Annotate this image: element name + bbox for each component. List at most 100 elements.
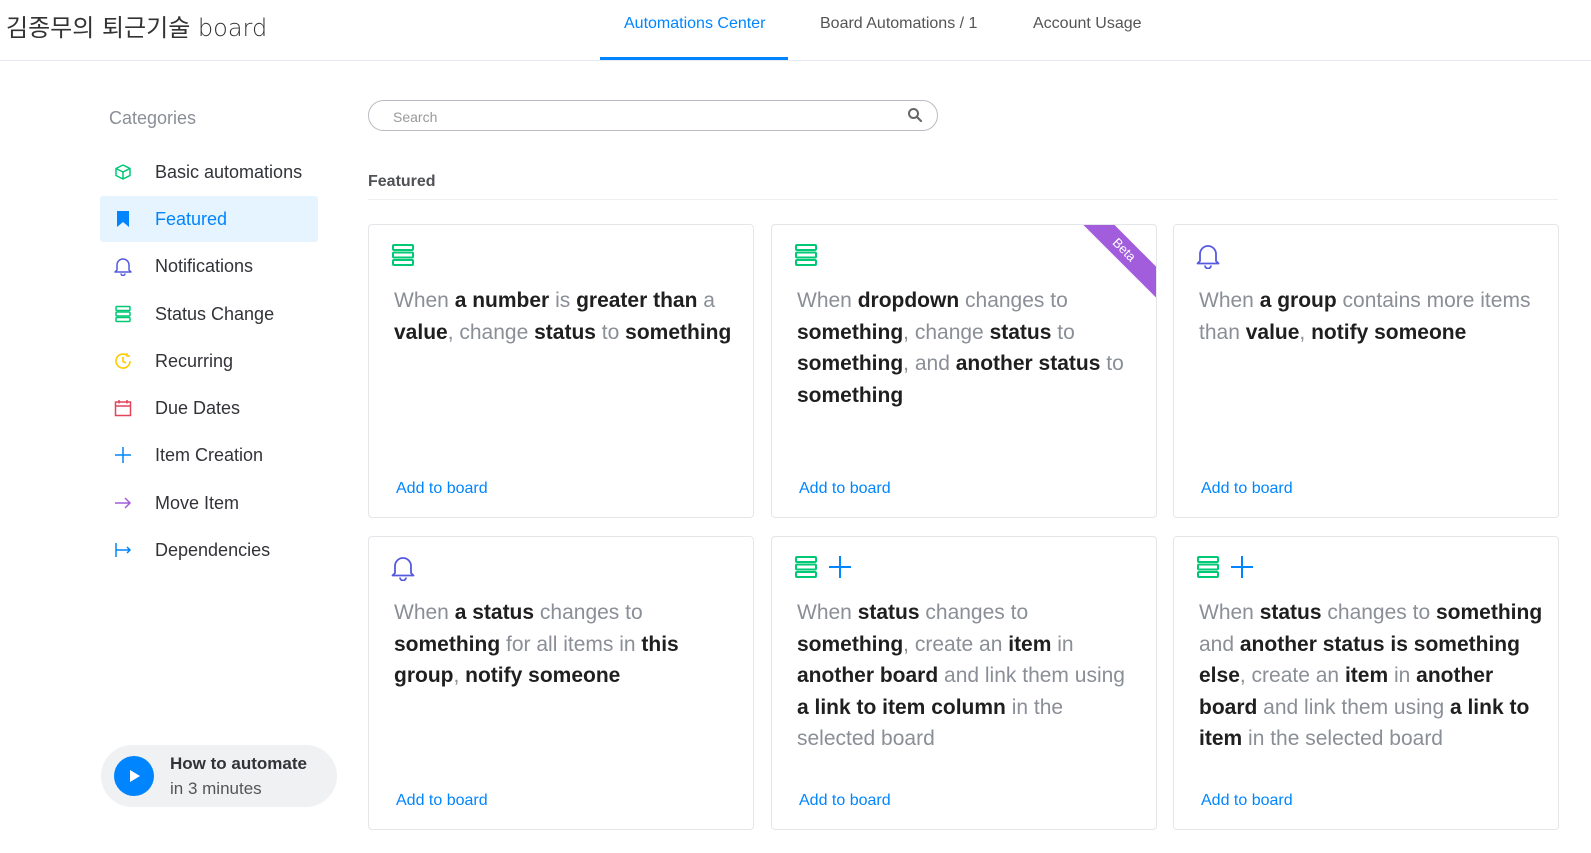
recipe-field[interactable]: value [394,321,448,344]
sidebar-item-basic-automations[interactable]: Basic automations [100,149,318,195]
recipe-text: to [1100,352,1124,375]
automation-card[interactable]: When a number is greater than a value, c… [368,224,754,518]
add-to-board-link[interactable]: Add to board [799,480,891,498]
recipe-text: , change [903,320,990,344]
automation-recipe: When dropdown changes to something, chan… [797,285,1142,411]
automation-card[interactable]: When status changes to something, create… [771,536,1157,830]
sidebar-item-move-item[interactable]: Move Item [100,480,318,526]
how-to-title: How to automate [170,754,307,773]
tab-board-automations[interactable]: Board Automations / 1 [820,15,977,49]
recipe-field[interactable]: something [625,321,731,344]
status-icon [391,243,415,272]
recipe-field[interactable]: something [797,321,903,344]
how-to-automate-text: How to automate in 3 minutes [170,751,307,801]
recipe-text: changes to [534,601,643,624]
card-icons [794,243,818,272]
recipe-field[interactable]: a status [455,601,534,624]
recipe-field[interactable]: value [1246,321,1300,344]
active-tab-indicator [600,57,788,60]
automation-recipe: When status changes to something and ano… [1199,597,1544,755]
search-box [368,100,938,131]
recipe-field[interactable]: a group [1260,289,1337,312]
sidebar-item-recurring[interactable]: Recurring [100,338,318,384]
recipe-field[interactable]: something [797,352,903,375]
recipe-field[interactable]: something [797,384,903,407]
plus-icon [113,445,133,465]
sidebar-item-due-dates[interactable]: Due Dates [100,385,318,431]
card-icons [391,243,415,272]
recipe-field[interactable]: a link to item column [797,696,1006,719]
recipe-text: is [549,289,577,312]
add-to-board-link[interactable]: Add to board [396,480,488,498]
recipe-text: changes to [919,601,1029,624]
recipe-text: When [394,289,455,312]
recipe-text: When [797,289,858,312]
recipe-field[interactable]: item [1345,664,1388,687]
calendar-icon [113,398,133,418]
recipe-text: and [1199,632,1240,656]
sidebar-item-dependencies[interactable]: Dependencies [100,527,318,573]
recipe-field[interactable]: item [1008,633,1051,656]
bell-icon [391,555,415,586]
recipe-field[interactable]: something [797,633,903,656]
sidebar-item-featured[interactable]: Featured [100,196,318,242]
add-to-board-link[interactable]: Add to board [396,792,488,810]
recipe-text: , [1299,320,1312,344]
sidebar-item-status-change[interactable]: Status Change [100,291,318,337]
add-to-board-link[interactable]: Add to board [1201,480,1293,498]
recipe-field[interactable]: dropdown [858,289,959,312]
recipe-field[interactable]: something [394,633,500,656]
clock-icon [113,351,133,371]
recipe-text: When [1199,289,1260,312]
bookmark-icon [113,209,133,229]
bell-icon [1196,243,1220,274]
recipe-text: , create an [1239,664,1345,687]
how-to-automate-video-button[interactable]: How to automate in 3 minutes [101,745,337,807]
automation-card[interactable]: When a group contains more items than va… [1173,224,1559,518]
plus-icon [1230,555,1254,584]
status-icon [113,304,133,324]
sidebar-item-notifications[interactable]: Notifications [100,243,318,289]
recipe-field[interactable]: status [990,321,1052,344]
sidebar-item-item-creation[interactable]: Item Creation [100,432,318,478]
tab-automations-center[interactable]: Automations Center [624,15,765,49]
section-divider [368,199,1558,200]
automation-recipe: When a status changes to something for a… [394,597,739,692]
recipe-text: , create an [903,632,1009,656]
play-icon [114,756,154,796]
add-to-board-link[interactable]: Add to board [799,792,891,810]
automation-card[interactable]: When a status changes to something for a… [368,536,754,830]
recipe-field[interactable]: status [1260,601,1322,624]
search-icon[interactable] [907,107,923,128]
search-input[interactable] [391,106,895,128]
recipe-text: When [394,601,455,624]
recipe-text: When [797,601,858,624]
add-to-board-link[interactable]: Add to board [1201,792,1293,810]
recipe-field[interactable]: another board [797,664,938,687]
recipe-text: in the selected board [1242,727,1443,750]
recipe-field[interactable]: greater than [576,289,697,312]
recipe-field[interactable]: notify someone [1311,321,1466,344]
top-header: 김종무의 퇴근기술 board Automations Center Board… [0,0,1591,61]
sidebar-item-label: Dependencies [155,539,271,560]
recipe-field[interactable]: something [1436,601,1542,624]
status-icon [794,243,818,272]
recipe-text: and link them using [1257,695,1450,719]
recipe-text: to [595,320,626,344]
recipe-field[interactable]: another status [956,352,1101,375]
automation-card[interactable]: Beta When dropdown changes to something,… [771,224,1157,518]
dependency-icon [113,540,133,560]
automation-card[interactable]: When status changes to something and ano… [1173,536,1559,830]
recipe-field[interactable]: notify someone [465,664,620,687]
tab-account-usage[interactable]: Account Usage [1033,15,1142,49]
recipe-field[interactable]: a number [455,289,550,312]
recipe-field[interactable]: status [858,601,920,624]
recipe-field[interactable]: status [534,321,596,344]
recipe-text: a [697,289,715,312]
cube-icon [113,162,133,182]
card-icons [1196,555,1254,584]
recipe-field[interactable]: another status [1240,633,1385,656]
recipe-text: in [1051,632,1074,656]
sidebar-item-label: Featured [155,208,228,229]
recipe-field[interactable]: is [1385,633,1414,656]
